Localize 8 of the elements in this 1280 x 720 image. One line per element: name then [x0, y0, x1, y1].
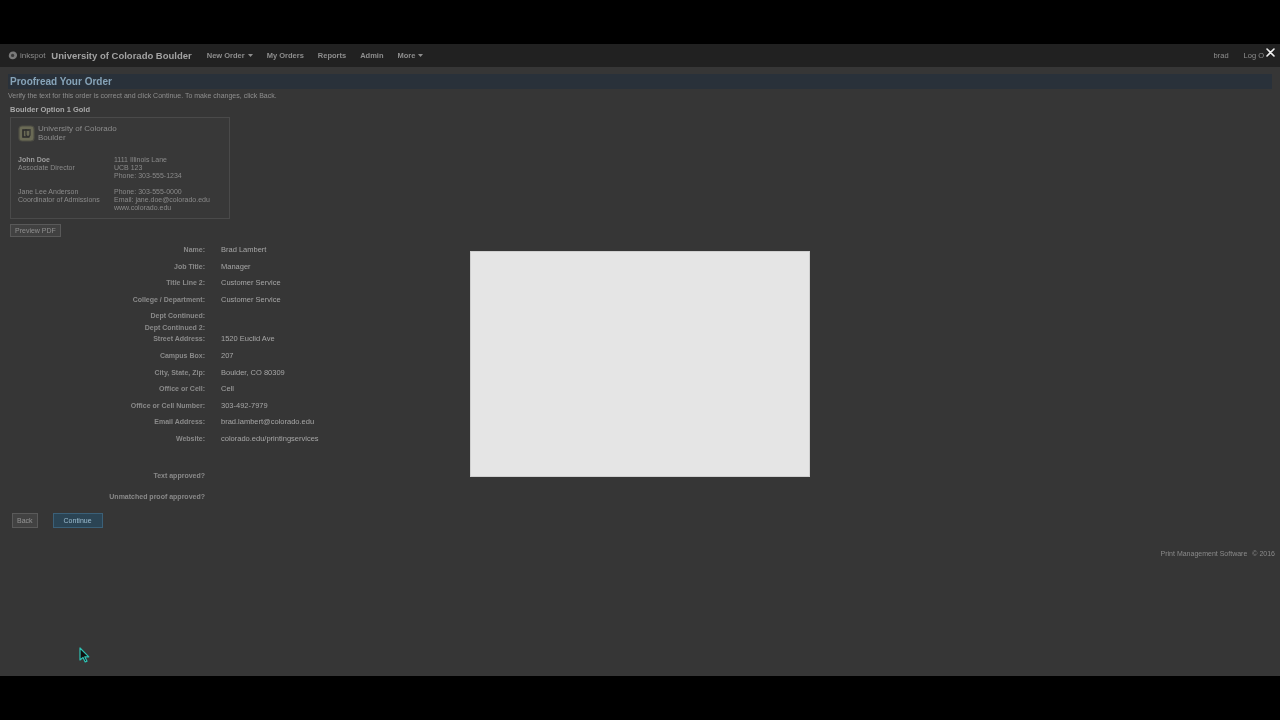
close-icon[interactable]: [1266, 48, 1275, 57]
page-title: Proofread Your Order: [10, 76, 112, 87]
cursor-icon: [79, 647, 90, 663]
emblem-icon: [18, 124, 35, 142]
logo-text: inkspot: [20, 51, 46, 60]
card-logo-text: University of Colorado Boulder: [38, 124, 118, 142]
ring-icon: [8, 51, 18, 60]
site-name[interactable]: University of Colorado Boulder: [51, 50, 192, 61]
